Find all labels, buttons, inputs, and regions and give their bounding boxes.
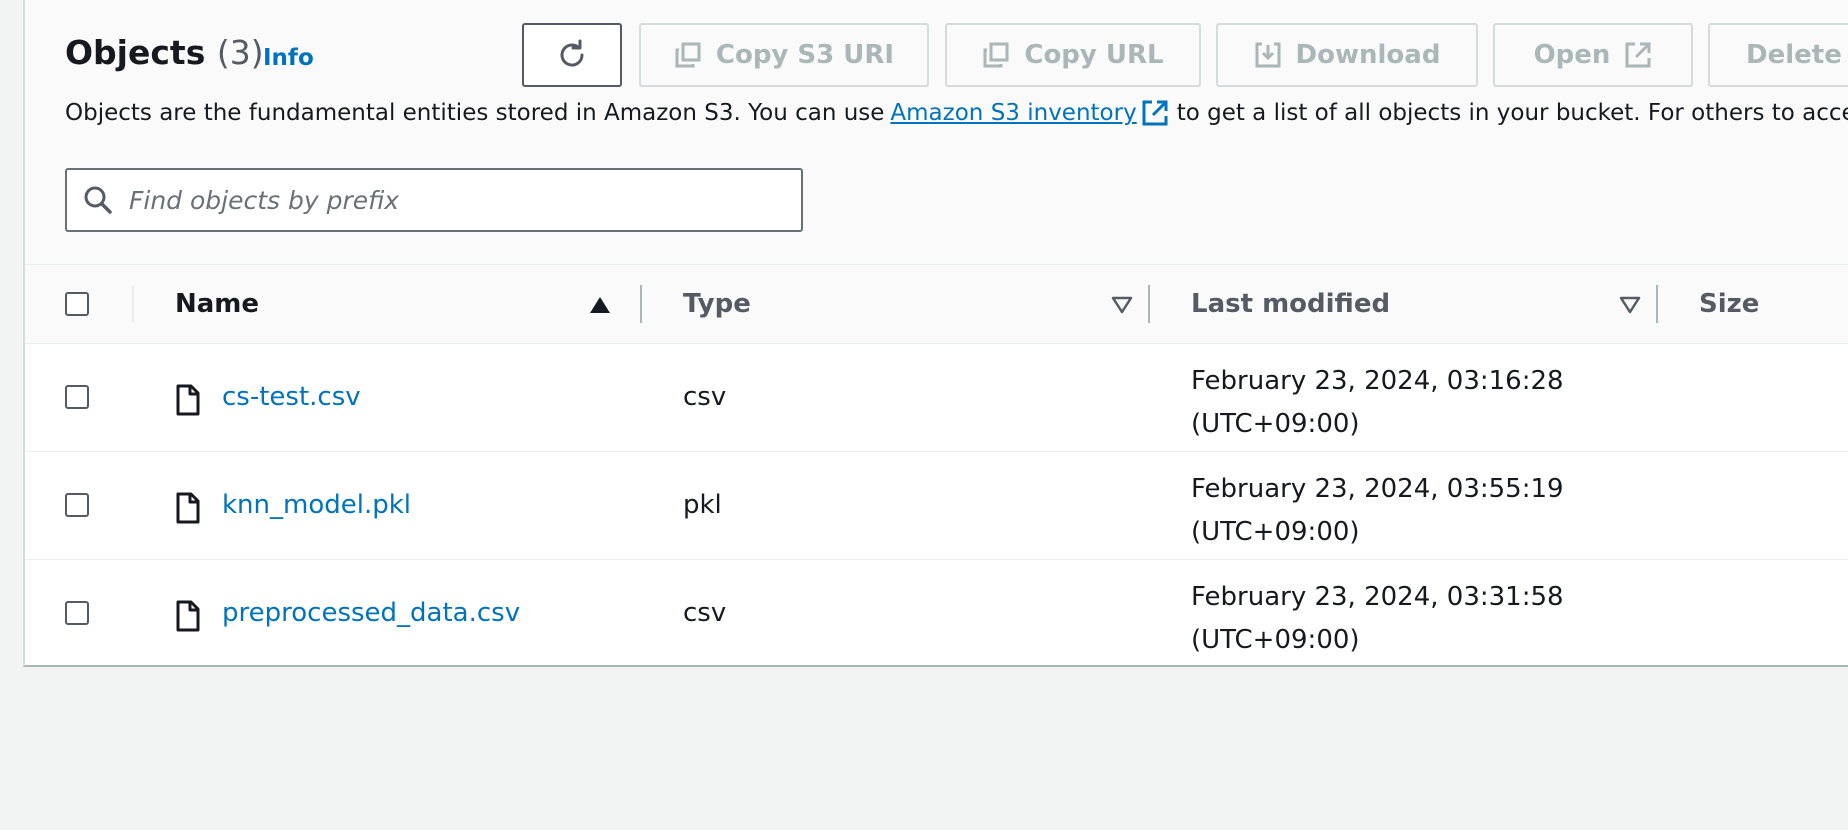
search-box — [65, 168, 803, 232]
object-name-link[interactable]: preprocessed_data.csv — [222, 598, 520, 628]
file-icon — [176, 600, 200, 632]
info-link[interactable]: Info — [263, 45, 314, 71]
object-timezone: (UTC+09:00) — [1191, 409, 1360, 439]
external-link-icon — [1142, 100, 1168, 126]
refresh-button[interactable] — [522, 23, 622, 87]
download-button[interactable]: Download — [1216, 23, 1478, 87]
file-icon — [176, 492, 200, 524]
select-all-checkbox[interactable] — [65, 292, 89, 316]
table-header: Name Type Last modified Size — [25, 265, 1848, 344]
object-type: csv — [683, 382, 727, 412]
copy-url-label: Copy URL — [1024, 40, 1164, 70]
copy-url-button[interactable]: Copy URL — [945, 23, 1201, 87]
file-icon — [176, 384, 200, 416]
sort-ascending-icon[interactable] — [588, 295, 612, 315]
search-icon — [84, 186, 112, 214]
delete-label: Delete — [1746, 40, 1842, 70]
external-link-icon — [1625, 42, 1651, 68]
object-name-link[interactable]: cs-test.csv — [222, 382, 361, 412]
table-row[interactable]: cs-test.csv csv February 23, 2024, 03:16… — [25, 344, 1848, 452]
object-timezone: (UTC+09:00) — [1191, 625, 1360, 655]
table-row[interactable]: preprocessed_data.csv csv February 23, 2… — [25, 560, 1848, 665]
objects-panel: Objects (3) Info Copy S3 URI Copy URL Do… — [23, 0, 1848, 667]
objects-title-text: Objects — [65, 33, 206, 72]
object-date: February 23, 2024, 03:55:19 — [1191, 474, 1564, 504]
column-header-size[interactable]: Size — [1699, 265, 1759, 343]
objects-count: (3) — [216, 33, 264, 72]
object-date: February 23, 2024, 03:31:58 — [1191, 582, 1564, 612]
search-input[interactable] — [127, 184, 771, 216]
object-type: pkl — [683, 490, 722, 520]
copy-icon — [675, 42, 701, 68]
row-checkbox[interactable] — [65, 493, 89, 517]
objects-table: Name Type Last modified Size cs-test.csv… — [25, 264, 1848, 665]
description-text-start: Objects are the fundamental entities sto… — [65, 100, 885, 126]
sort-descending-icon[interactable] — [1111, 296, 1133, 314]
object-last-modified: February 23, 2024, 03:16:28 (UTC+09:00) — [1191, 360, 1564, 446]
page-title: Objects (3) — [65, 33, 264, 72]
open-button[interactable]: Open — [1493, 23, 1693, 87]
copy-s3-uri-label: Copy S3 URI — [715, 40, 895, 70]
object-date: February 23, 2024, 03:16:28 — [1191, 366, 1564, 396]
delete-button[interactable]: Delete — [1708, 23, 1848, 87]
column-header-last-modified[interactable]: Last modified — [1191, 265, 1390, 343]
object-name-link[interactable]: knn_model.pkl — [222, 490, 411, 520]
object-timezone: (UTC+09:00) — [1191, 517, 1360, 547]
copy-s3-uri-button[interactable]: Copy S3 URI — [639, 23, 929, 87]
copy-icon — [983, 42, 1009, 68]
row-checkbox[interactable] — [65, 601, 89, 625]
object-type: csv — [683, 598, 727, 628]
column-resizer[interactable] — [1656, 285, 1658, 323]
objects-description: Objects are the fundamental entities sto… — [65, 99, 1848, 127]
column-divider — [132, 285, 134, 323]
sort-descending-icon[interactable] — [1619, 296, 1641, 314]
object-last-modified: February 23, 2024, 03:55:19 (UTC+09:00) — [1191, 468, 1564, 554]
column-resizer[interactable] — [640, 285, 642, 323]
object-last-modified: February 23, 2024, 03:31:58 (UTC+09:00) — [1191, 576, 1564, 662]
refresh-icon — [560, 39, 584, 67]
column-header-name[interactable]: Name — [175, 265, 259, 343]
column-header-type[interactable]: Type — [683, 265, 751, 343]
open-label: Open — [1533, 40, 1611, 70]
column-resizer[interactable] — [1148, 285, 1150, 323]
download-label: Download — [1295, 40, 1441, 70]
download-icon — [1255, 42, 1281, 68]
table-row[interactable]: knn_model.pkl pkl February 23, 2024, 03:… — [25, 452, 1848, 560]
s3-inventory-link[interactable]: Amazon S3 inventory — [890, 100, 1136, 126]
row-checkbox[interactable] — [65, 385, 89, 409]
description-text-end: to get a list of all objects in your buc… — [1176, 100, 1848, 126]
